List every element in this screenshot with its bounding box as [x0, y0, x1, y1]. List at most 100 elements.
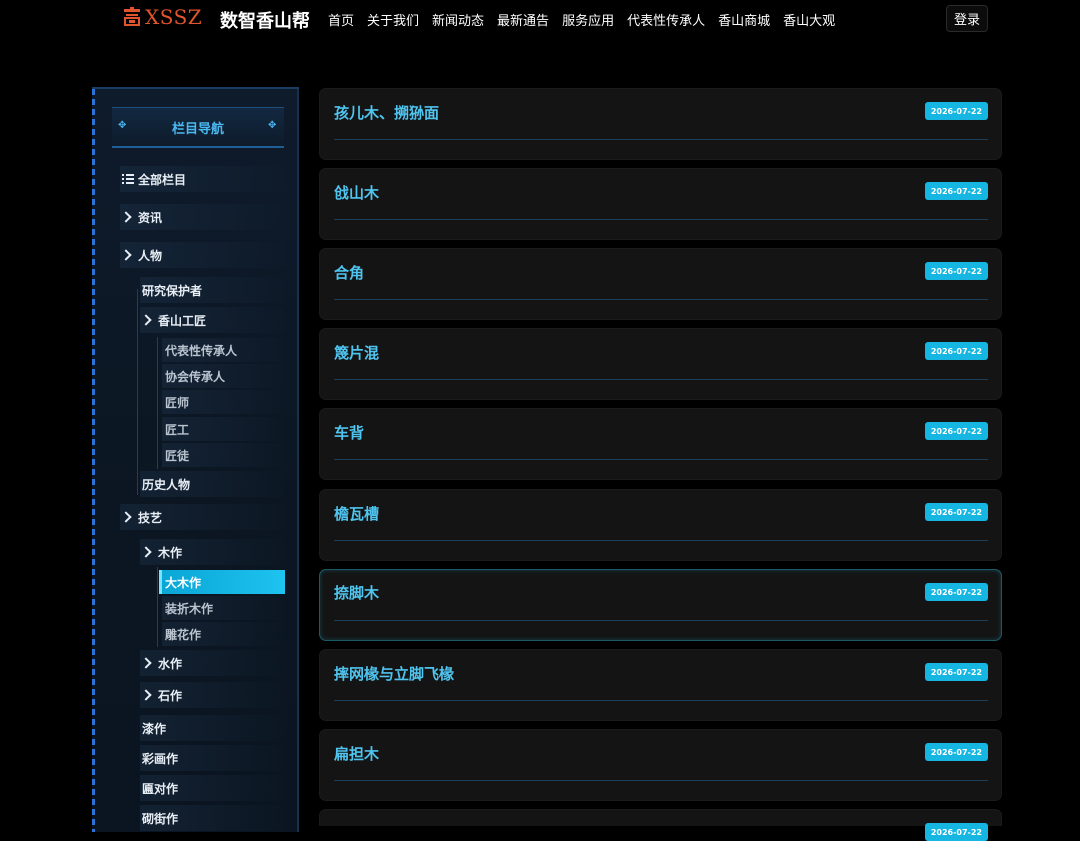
sidebar-item-label: 协会传承人: [165, 369, 226, 384]
article-card[interactable]: 扁担木 2026-07-22: [319, 729, 1002, 801]
article-card[interactable]: 车背 2026-07-22: [319, 408, 1002, 480]
nav-news[interactable]: 新闻动态: [432, 10, 484, 29]
date-badge: 2026-07-22: [924, 102, 988, 120]
card-divider: [334, 700, 988, 701]
sidebar-item-craftsmen[interactable]: 香山工匠: [140, 307, 285, 333]
logo-seal-icon: [123, 7, 141, 27]
tree-guide: [137, 289, 138, 495]
article-card[interactable]: 捺脚木 2026-07-22: [319, 569, 1002, 641]
sidebar-item-skills[interactable]: 技艺: [120, 504, 285, 530]
chevron-right-icon: [120, 249, 132, 261]
sidebar-item-label: 大木作: [165, 575, 202, 590]
date-badge: 2026-07-22: [924, 262, 988, 280]
nav-notices[interactable]: 最新通告: [497, 10, 549, 29]
article-title[interactable]: 檐瓦槽: [334, 503, 379, 524]
sidebar-item-label: 匾对作: [142, 781, 179, 796]
article-card[interactable]: 合角 2026-07-22: [319, 248, 1002, 320]
date-badge: 2026-07-22: [924, 422, 988, 440]
article-title[interactable]: 戗山木: [334, 182, 379, 203]
sidebar-item-label: 水作: [158, 656, 183, 671]
sidebar-item-inheritors[interactable]: 代表性传承人: [162, 338, 285, 362]
sidebar-item-label: 匠徒: [165, 448, 190, 463]
sidebar-item-big-wood[interactable]: 大木作: [159, 570, 285, 594]
article-title[interactable]: 合角: [334, 262, 364, 283]
sidebar-item-researchers[interactable]: 研究保护者: [140, 277, 285, 303]
sidebar-item-label: 匠工: [165, 422, 190, 437]
sidebar-item-fold-wood[interactable]: 装折木作: [162, 596, 285, 620]
article-card[interactable]: 摔网椽与立脚飞椽 2026-07-22: [319, 649, 1002, 721]
date-badge: 2026-07-22: [924, 182, 988, 200]
nav-services[interactable]: 服务应用: [562, 10, 614, 29]
diamond-icon: ✥: [118, 120, 127, 131]
nav-about[interactable]: 关于我们: [367, 10, 419, 29]
nav-mall[interactable]: 香山商城: [718, 10, 770, 29]
sidebar-item-label: 研究保护者: [142, 283, 203, 298]
card-divider: [334, 459, 988, 460]
date-badge: 2026-07-22: [924, 583, 988, 601]
article-title[interactable]: 扁担木: [334, 743, 379, 764]
brand-name: 数智香山帮: [220, 11, 310, 32]
article-card[interactable]: 檐瓦槽 2026-07-22: [319, 489, 1002, 561]
chevron-right-icon: [120, 211, 132, 223]
chevron-right-icon: [140, 689, 152, 701]
main-nav: 首页 关于我们 新闻动态 最新通告 服务应用 代表性传承人 香山商城 香山大观: [328, 10, 848, 29]
article-card[interactable]: 孩儿木、搠狲面 2026-07-22: [319, 88, 1002, 160]
article-title[interactable]: 孩儿木、搠狲面: [334, 102, 439, 123]
sidebar-item-all[interactable]: 全部栏目: [120, 166, 285, 192]
card-divider: [334, 620, 988, 621]
sidebar-item-label: 装折木作: [165, 601, 214, 616]
tree-guide: [157, 337, 158, 469]
sidebar-item-stone[interactable]: 石作: [140, 682, 285, 708]
sidebar-title-label: 栏目导航: [171, 121, 224, 137]
sidebar-item-label: 人物: [138, 248, 163, 263]
article-card[interactable]: 2026-07-22: [319, 809, 1002, 841]
sidebar-item-label: 漆作: [142, 721, 167, 736]
list-icon: [122, 174, 134, 184]
sidebar-item-label: 雕花作: [165, 627, 202, 642]
site-logo[interactable]: XSSZ: [123, 5, 202, 29]
sidebar-item-news[interactable]: 资讯: [120, 204, 285, 230]
article-card[interactable]: 戗山木 2026-07-22: [319, 168, 1002, 240]
nav-inheritors[interactable]: 代表性传承人: [627, 10, 705, 29]
sidebar-item-label: 全部栏目: [138, 172, 187, 187]
sidebar-item-label: 资讯: [138, 210, 163, 225]
card-divider: [334, 379, 988, 380]
diamond-icon: ✥: [268, 120, 277, 131]
nav-home[interactable]: 首页: [328, 10, 354, 29]
sidebar-item-label: 香山工匠: [158, 313, 207, 328]
nav-overview[interactable]: 香山大观: [783, 10, 835, 29]
article-title[interactable]: 摔网椽与立脚飞椽: [334, 663, 454, 684]
sidebar-item-workers[interactable]: 匠工: [162, 417, 285, 441]
login-button[interactable]: 登录: [946, 5, 988, 32]
sidebar-item-couplet[interactable]: 匾对作: [140, 775, 285, 801]
date-badge: 2026-07-22: [924, 663, 988, 681]
chevron-right-icon: [140, 657, 152, 669]
article-title[interactable]: 捺脚木: [334, 582, 379, 603]
card-divider: [334, 219, 988, 220]
article-card[interactable]: 篾片混 2026-07-22: [319, 328, 1002, 400]
card-divider: [334, 540, 988, 541]
top-navbar: XSSZ 数智香山帮 首页 关于我们 新闻动态 最新通告 服务应用 代表性传承人…: [0, 0, 1080, 38]
sidebar-item-history[interactable]: 历史人物: [140, 471, 285, 497]
sidebar-item-woodwork[interactable]: 木作: [140, 539, 285, 565]
sidebar-item-paving[interactable]: 砌街作: [140, 805, 285, 831]
sidebar-item-association[interactable]: 协会传承人: [162, 364, 285, 388]
sidebar-item-water[interactable]: 水作: [140, 650, 285, 676]
sidebar-item-paint[interactable]: 彩画作: [140, 745, 285, 771]
sidebar-title: ✥ 栏目导航 ✥: [112, 107, 284, 148]
article-title[interactable]: 车背: [334, 422, 364, 443]
sidebar-item-label: 彩画作: [142, 751, 179, 766]
sidebar-item-label: 石作: [158, 688, 183, 703]
sidebar-dashed-edge: [92, 89, 95, 832]
tree-guide: [157, 567, 158, 647]
card-divider: [334, 780, 988, 781]
article-title[interactable]: 篾片混: [334, 342, 379, 363]
card-divider: [334, 139, 988, 140]
date-badge: 2026-07-22: [924, 342, 988, 360]
sidebar-item-masters[interactable]: 匠师: [162, 390, 285, 414]
chevron-right-icon: [140, 314, 152, 326]
sidebar-item-apprentices[interactable]: 匠徒: [162, 443, 285, 467]
sidebar-item-lacquer[interactable]: 漆作: [140, 715, 285, 741]
sidebar-item-people[interactable]: 人物: [120, 242, 285, 268]
sidebar-item-carve[interactable]: 雕花作: [162, 622, 285, 646]
